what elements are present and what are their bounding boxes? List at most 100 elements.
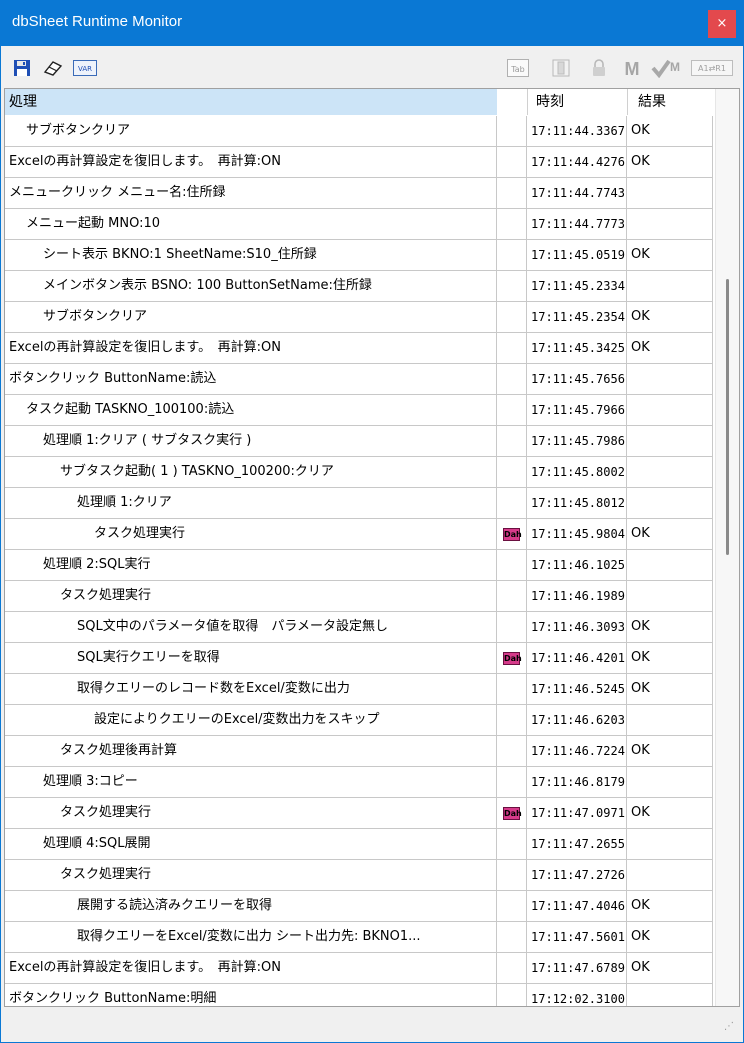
table-row[interactable]: Excelの再計算設定を復旧します。 再計算:ON 17:11:47.6789 OK [5, 953, 713, 984]
table-row[interactable]: ボタンクリック ButtonName:読込 17:11:45.7656 [5, 364, 713, 395]
table-row[interactable]: タスク処理実行 Dah 17:11:47.0971 OK [5, 798, 713, 829]
save-icon[interactable] [12, 58, 32, 78]
icon-cell [497, 860, 527, 890]
table-row[interactable]: タスク処理後再計算 17:11:46.7224 OK [5, 736, 713, 767]
icon-cell [497, 271, 527, 301]
process-cell: サブボタンクリア [5, 302, 497, 332]
title-bar: dbSheet Runtime Monitor × [0, 0, 744, 46]
table-row[interactable]: タスク起動 TASKNO_100100:読込 17:11:45.7966 [5, 395, 713, 426]
column-header-result[interactable]: 結果 [627, 89, 713, 115]
time-cell: 17:11:47.5601 [527, 922, 627, 952]
table-row[interactable]: 取得クエリーのレコード数をExcel/変数に出力 17:11:46.5245 OK [5, 674, 713, 705]
process-cell: 処理順 1:クリア [5, 488, 497, 518]
result-cell [627, 271, 713, 301]
table-row[interactable]: タスク処理実行 17:11:46.1989 [5, 581, 713, 612]
lock-icon[interactable] [588, 58, 610, 78]
eraser-icon[interactable] [42, 58, 64, 78]
table-row[interactable]: サブボタンクリア 17:11:44.3367 OK [5, 116, 713, 147]
process-cell: タスク処理後再計算 [5, 736, 497, 766]
icon-cell [497, 364, 527, 394]
icon-cell [497, 829, 527, 859]
result-cell [627, 209, 713, 239]
icon-cell [497, 767, 527, 797]
process-cell: 処理順 3:コピー [5, 767, 497, 797]
result-cell [627, 581, 713, 611]
icon-cell [497, 178, 527, 208]
column-header-process[interactable]: 処理 [5, 89, 497, 115]
time-cell: 17:11:45.8002 [527, 457, 627, 487]
table-row[interactable]: メニュー起動 MNO:10 17:11:44.7773 [5, 209, 713, 240]
time-cell: 17:11:46.6203 [527, 705, 627, 735]
panel-icon[interactable] [550, 58, 572, 78]
table-row[interactable]: 処理順 3:コピー 17:11:46.8179 [5, 767, 713, 798]
result-cell: OK [627, 519, 713, 549]
process-cell: Excelの再計算設定を復旧します。 再計算:ON [5, 953, 497, 983]
result-cell [627, 364, 713, 394]
time-cell: 17:11:46.1025 [527, 550, 627, 580]
table-row[interactable]: サブタスク起動( 1 ) TASKNO_100200:クリア 17:11:45.8… [5, 457, 713, 488]
table-row[interactable]: 展開する読込済みクエリーを取得 17:11:47.4046 OK [5, 891, 713, 922]
process-cell: 取得クエリーをExcel/変数に出力 シート出力先: BKNO1... [5, 922, 497, 952]
result-cell: OK [627, 612, 713, 642]
dbsheet-log-icon[interactable]: Dah [503, 652, 522, 665]
icon-cell [497, 426, 527, 456]
time-cell: 17:11:46.5245 [527, 674, 627, 704]
time-cell: 17:12:02.3100 [527, 984, 627, 1006]
dbsheet-log-icon[interactable]: Dah [503, 807, 522, 820]
check-m-icon[interactable]: M [650, 58, 684, 78]
a1-r1-icon[interactable]: A1⇄R1 [690, 58, 734, 78]
table-row[interactable]: ボタンクリック ButtonName:明細 17:12:02.3100 [5, 984, 713, 1006]
table-row[interactable]: SQL文中のパラメータ値を取得 パラメータ設定無し 17:11:46.3093 OK [5, 612, 713, 643]
table-row[interactable]: メニュークリック メニュー名:住所録 17:11:44.7743 [5, 178, 713, 209]
process-cell: 処理順 2:SQL実行 [5, 550, 497, 580]
result-cell [627, 178, 713, 208]
table-row[interactable]: 処理順 4:SQL展開 17:11:47.2655 [5, 829, 713, 860]
table-row[interactable]: 処理順 2:SQL実行 17:11:46.1025 [5, 550, 713, 581]
time-cell: 17:11:47.2726 [527, 860, 627, 890]
tab-icon[interactable]: Tab [506, 58, 530, 78]
m-icon[interactable]: M [620, 58, 644, 78]
time-cell: 17:11:45.7966 [527, 395, 627, 425]
process-cell: タスク処理実行 [5, 519, 497, 549]
icon-cell [497, 953, 527, 983]
icon-cell [497, 302, 527, 332]
time-cell: 17:11:47.6789 [527, 953, 627, 983]
table-row[interactable]: シート表示 BKNO:1 SheetName:S10_住所録 17:11:45.0… [5, 240, 713, 271]
table-row[interactable]: 処理順 1:クリア 17:11:45.8012 [5, 488, 713, 519]
column-header-time[interactable]: 時刻 [527, 89, 627, 115]
table-row[interactable]: 処理順 1:クリア ( サブタスク実行 ) 17:11:45.7986 [5, 426, 713, 457]
var-icon[interactable]: VAR [72, 58, 98, 78]
table-row[interactable]: SQL実行クエリーを取得 Dah 17:11:46.4201 OK [5, 643, 713, 674]
result-cell [627, 395, 713, 425]
table-row[interactable]: サブボタンクリア 17:11:45.2354 OK [5, 302, 713, 333]
process-cell: 処理順 1:クリア ( サブタスク実行 ) [5, 426, 497, 456]
icon-cell [497, 395, 527, 425]
process-cell: Excelの再計算設定を復旧します。 再計算:ON [5, 333, 497, 363]
result-cell [627, 457, 713, 487]
time-cell: 17:11:45.2354 [527, 302, 627, 332]
table-row[interactable]: Excelの再計算設定を復旧します。 再計算:ON 17:11:45.3425 OK [5, 333, 713, 364]
resize-grip-icon[interactable]: ⋰ [724, 1022, 736, 1036]
result-cell: OK [627, 953, 713, 983]
time-cell: 17:11:47.0971 [527, 798, 627, 828]
result-cell [627, 767, 713, 797]
vertical-scrollbar[interactable] [715, 89, 739, 1006]
table-row[interactable]: 取得クエリーをExcel/変数に出力 シート出力先: BKNO1... 17:11… [5, 922, 713, 953]
close-button[interactable]: × [708, 10, 736, 38]
process-cell: 設定によりクエリーのExcel/変数出力をスキップ [5, 705, 497, 735]
icon-cell [497, 984, 527, 1006]
result-cell [627, 488, 713, 518]
log-grid[interactable]: 処理 時刻 結果 サブボタンクリア 17:11:44.3367 OK Excelの再計… [4, 88, 740, 1007]
table-row[interactable]: Excelの再計算設定を復旧します。 再計算:ON 17:11:44.4276 OK [5, 147, 713, 178]
icon-cell [497, 612, 527, 642]
table-row[interactable]: メインボタン表示 BSNO: 100 ButtonSetName:住所録 17:1… [5, 271, 713, 302]
time-cell: 17:11:46.7224 [527, 736, 627, 766]
dbsheet-log-icon[interactable]: Dah [503, 528, 522, 541]
icon-cell [497, 457, 527, 487]
table-row[interactable]: タスク処理実行 17:11:47.2726 [5, 860, 713, 891]
table-row[interactable]: タスク処理実行 Dah 17:11:45.9804 OK [5, 519, 713, 550]
scrollbar-thumb[interactable] [726, 279, 729, 555]
time-cell: 17:11:46.4201 [527, 643, 627, 673]
table-row[interactable]: 設定によりクエリーのExcel/変数出力をスキップ 17:11:46.6203 [5, 705, 713, 736]
time-cell: 17:11:45.7986 [527, 426, 627, 456]
